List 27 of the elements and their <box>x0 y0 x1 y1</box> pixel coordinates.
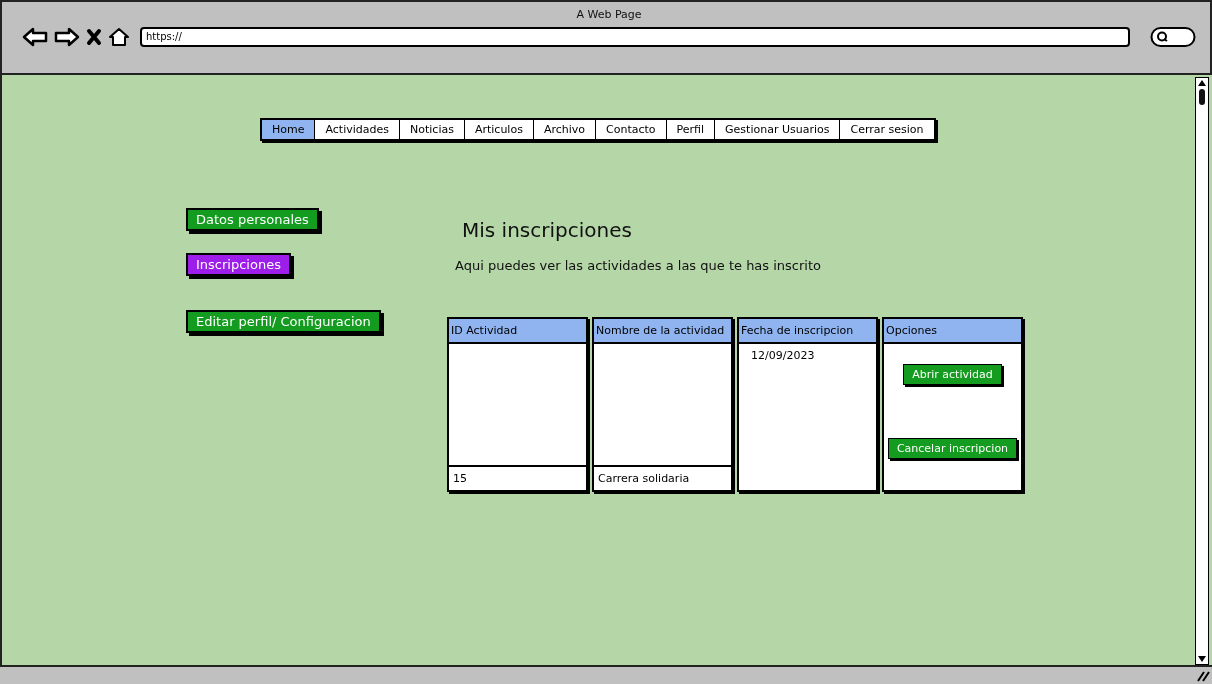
table-cell: 15 <box>449 465 586 490</box>
table-cell-text: 12/09/2023 <box>750 348 816 362</box>
page-heading: Mis inscripciones <box>462 218 632 242</box>
table-cell: Carrera solidaria <box>594 465 731 490</box>
close-icon[interactable] <box>86 28 102 46</box>
resize-grip-icon[interactable] <box>1196 670 1210 682</box>
scrollbar[interactable] <box>1195 77 1209 665</box>
window-title: A Web Page <box>576 8 642 21</box>
action-button[interactable]: Abrir actividad <box>903 364 1002 385</box>
forward-arrow-icon[interactable] <box>54 27 80 47</box>
sidebar-button[interactable]: Datos personales <box>186 208 319 231</box>
action-button[interactable]: Cancelar inscripcion <box>887 438 1018 459</box>
url-field[interactable]: https:// <box>140 27 1130 47</box>
description-text: Aqui puedes ver las actividades a las que te has inscrito <box>455 258 822 273</box>
nav-tab[interactable]: Home <box>262 120 316 139</box>
home-icon[interactable] <box>108 27 130 47</box>
scroll-down-icon[interactable] <box>1197 654 1207 664</box>
sidebar-button[interactable]: Editar perfil/ Configuracion <box>186 310 381 333</box>
column-header: Fecha de inscripcion <box>739 319 876 344</box>
column-header: Opciones <box>884 319 1021 344</box>
sidebar-button[interactable]: Inscripciones <box>186 253 291 276</box>
search-icon[interactable] <box>1150 26 1196 48</box>
column-header: ID Actividad <box>449 319 586 344</box>
scroll-up-icon[interactable] <box>1197 78 1207 88</box>
column-header: Nombre de la actividad <box>594 319 731 344</box>
scroll-thumb[interactable] <box>1199 89 1205 105</box>
back-arrow-icon[interactable] <box>22 27 48 47</box>
